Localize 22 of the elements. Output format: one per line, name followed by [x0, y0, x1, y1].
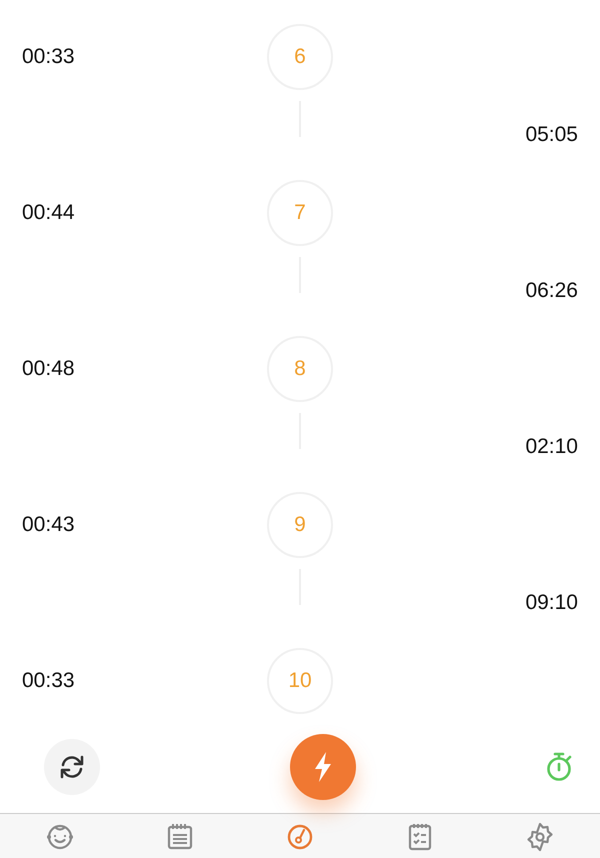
- contraction-number: 8: [267, 336, 333, 402]
- interval-time: 02:10: [525, 435, 578, 459]
- duration-time: 00:33: [22, 45, 76, 69]
- duration-time: 00:33: [22, 669, 76, 693]
- interval-time: 09:10: [525, 591, 578, 615]
- contraction-number: 10: [267, 648, 333, 714]
- tab-button[interactable]: [165, 822, 195, 852]
- interval-time: 06:26: [525, 279, 578, 303]
- interval-time: 05:05: [525, 123, 578, 147]
- settings-icon: [525, 822, 555, 852]
- refresh-icon: [58, 753, 86, 781]
- stopwatch-button[interactable]: [546, 752, 572, 782]
- duration-time: 00:48: [22, 357, 76, 381]
- duration-time: 00:44: [22, 201, 76, 225]
- lightning-icon: [312, 751, 334, 783]
- tab-button[interactable]: [525, 822, 555, 852]
- calendar-icon: [165, 822, 195, 852]
- contraction-number: 9: [267, 492, 333, 558]
- contraction-number: 7: [267, 180, 333, 246]
- stopwatch-icon: [546, 752, 572, 782]
- contraction-number: 6: [267, 24, 333, 90]
- duration-time: 00:43: [22, 513, 76, 537]
